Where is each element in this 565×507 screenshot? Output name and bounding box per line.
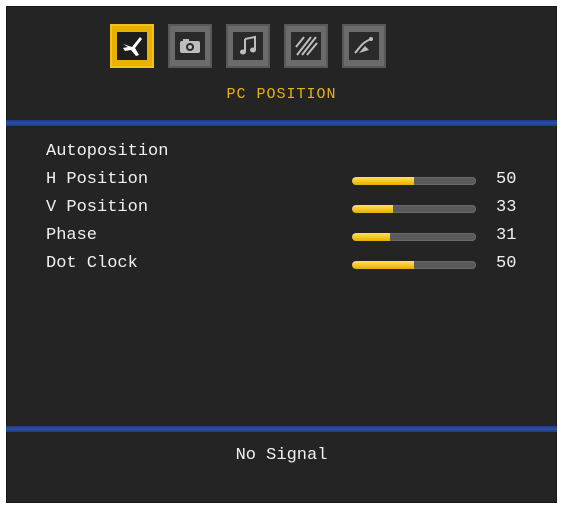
setting-value: 33 <box>496 198 517 217</box>
phase-slider[interactable] <box>352 233 476 241</box>
setting-label: H Position <box>46 170 149 189</box>
settings-list: Autoposition H Position 50 V Position 33… <box>46 142 526 282</box>
setting-row-h-position[interactable]: H Position 50 <box>46 170 526 198</box>
h-position-slider[interactable] <box>352 177 476 185</box>
setting-value: 31 <box>496 226 517 245</box>
sound-icon[interactable] <box>226 24 270 68</box>
setting-value: 50 <box>496 170 517 189</box>
header-divider <box>6 120 557 126</box>
menu-title: PC POSITION <box>226 86 337 103</box>
setting-label: Phase <box>46 226 98 245</box>
setting-label: Dot Clock <box>46 254 138 273</box>
footer-divider <box>6 426 557 432</box>
setting-row-autoposition[interactable]: Autoposition <box>46 142 526 170</box>
setting-label: V Position <box>46 198 149 217</box>
picture-icon[interactable] <box>168 24 212 68</box>
pc-position-icon[interactable] <box>110 24 154 68</box>
setting-row-dot-clock[interactable]: Dot Clock 50 <box>46 254 526 282</box>
setting-row-v-position[interactable]: V Position 33 <box>46 198 526 226</box>
install-icon[interactable] <box>342 24 386 68</box>
settings-icon[interactable] <box>284 24 328 68</box>
menu-icon-bar <box>110 24 386 68</box>
status-text: No Signal <box>235 446 328 465</box>
setting-value: 50 <box>496 254 517 273</box>
setting-label: Autoposition <box>46 142 169 161</box>
dot-clock-slider[interactable] <box>352 261 476 269</box>
setting-row-phase[interactable]: Phase 31 <box>46 226 526 254</box>
v-position-slider[interactable] <box>352 205 476 213</box>
menu-header: PC POSITION <box>6 6 557 122</box>
osd-window: PC POSITION Autoposition H Position 50 V… <box>6 6 557 503</box>
